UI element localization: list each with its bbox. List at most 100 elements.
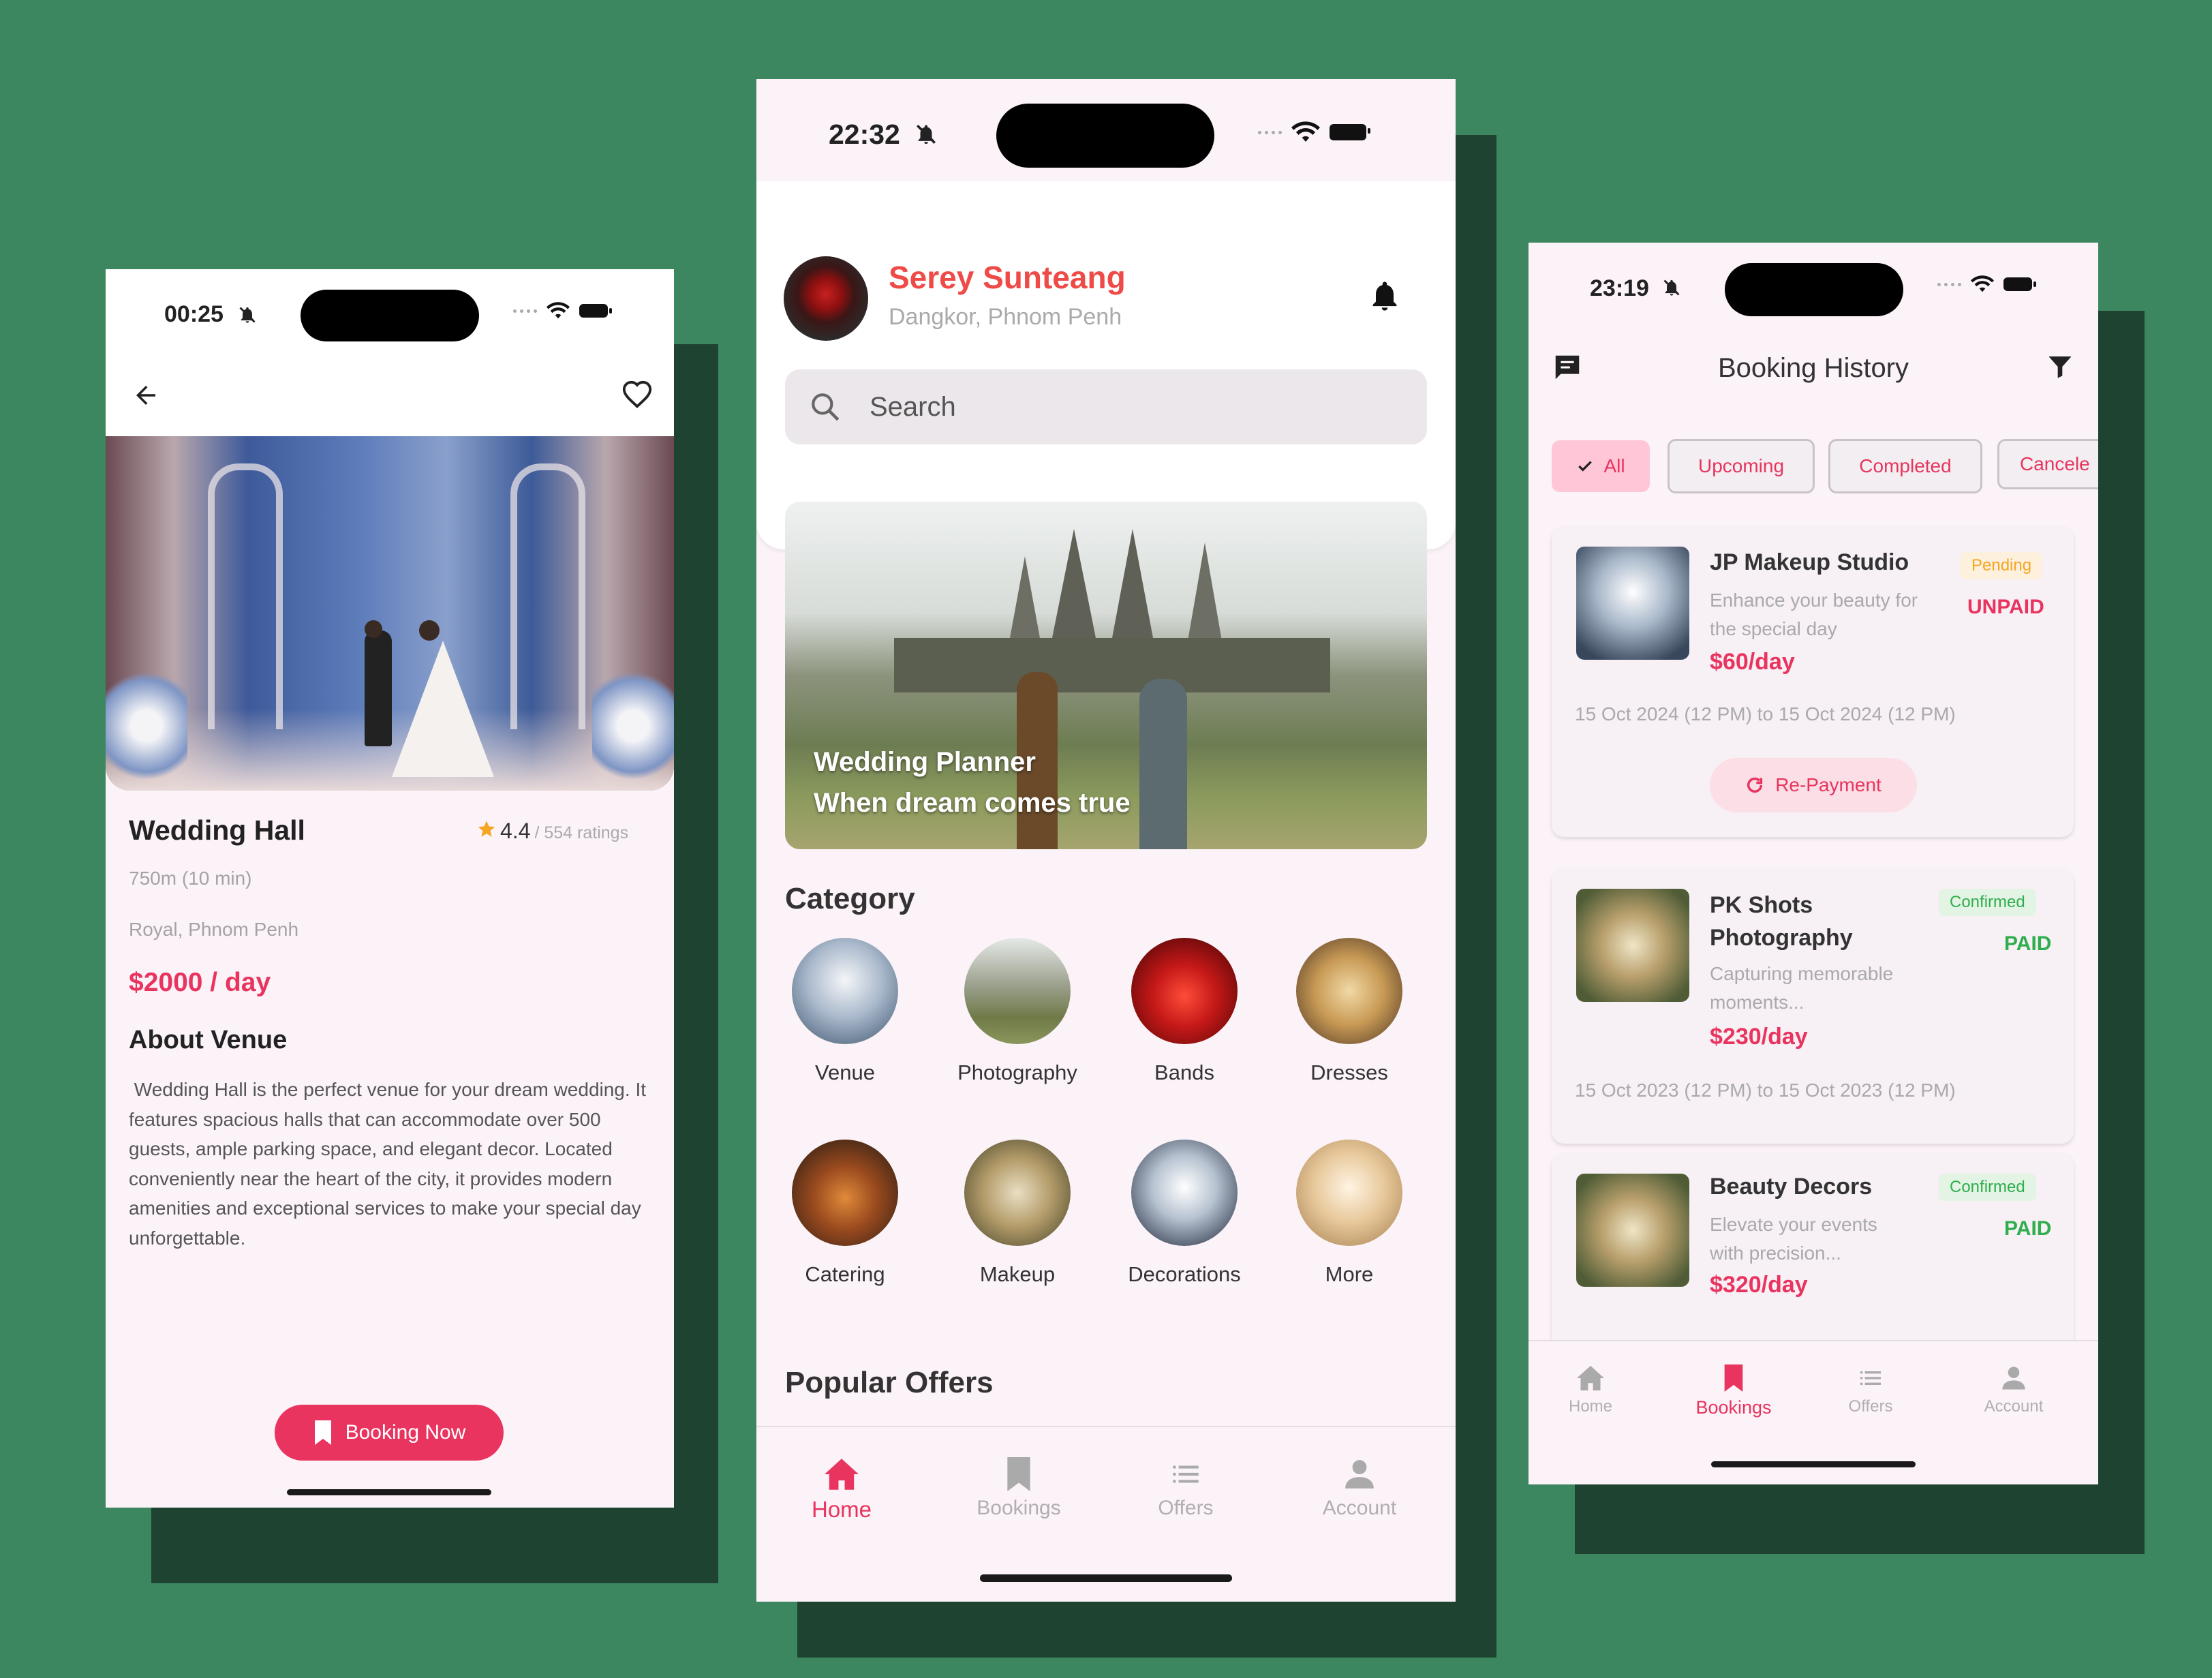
star-icon [478,821,495,837]
price-text: $2000 / day [129,968,271,997]
user-name: Serey Sunteang [889,260,1126,295]
booking-dates: 15 Oct 2023 (12 PM) to 15 Oct 2023 (12 P… [1575,1080,1956,1101]
home-indicator [1711,1461,1916,1467]
notification-bell-icon[interactable] [1367,277,1402,315]
search-bar[interactable]: Search [785,369,1427,444]
booking-desc: Capturing memorable moments... [1710,960,1893,1017]
dynamic-island [301,290,479,341]
rating-count: / 554 ratings [534,823,629,842]
category-more[interactable]: More [1295,1140,1404,1287]
bell-off-icon [1663,279,1680,296]
heart-icon[interactable] [621,380,653,411]
nav-account[interactable]: Account [1308,1457,1411,1520]
status-time: 22:32 [829,119,900,150]
category-decorations[interactable]: Decorations [1116,1140,1253,1287]
nav-label: Account [1984,1397,2044,1416]
check-icon [1578,461,1593,472]
booking-desc-line: Elevate your events [1710,1214,1877,1235]
nav-home[interactable]: Home [1553,1364,1628,1416]
list-icon [1173,1465,1199,1483]
booking-card[interactable]: PK Shots Photography Capturing memorable… [1552,868,2074,1144]
booking-desc: Elevate your events with precision... [1710,1210,1877,1268]
signal-icon [1937,282,1961,286]
booking-price: $320/day [1710,1272,1808,1298]
filter-chip-upcoming[interactable]: Upcoming [1668,439,1815,493]
chip-label: Cancele [2020,453,2090,474]
status-icons [1937,275,2036,293]
status-badge: Pending [1961,552,2043,579]
rating: 4.4 / 554 ratings [477,819,628,844]
bookmark-icon [314,1420,331,1445]
person-icon [2002,1367,2025,1390]
list-icon [1860,1371,1881,1385]
promo-banner[interactable]: Wedding Planner When dream comes true [785,502,1427,849]
battery-icon [2003,277,2036,291]
filter-icon[interactable] [2046,353,2074,380]
decorations-thumb [1131,1140,1238,1246]
home-screen: 22:32 Serey Sunteang Dangkor, Phnom Penh… [756,79,1456,1602]
user-location: Dangkor, Phnom Penh [889,304,1122,330]
booking-name-line: Photography [1710,925,1853,951]
filter-chip-all[interactable]: All [1552,440,1650,492]
status-bar: 23:19 [1529,243,2098,326]
bookmark-icon [1007,1457,1030,1491]
status-bar: 00:25 [106,269,674,358]
home-icon [825,1459,859,1490]
category-venue[interactable]: Venue [790,938,900,1085]
avatar[interactable] [784,256,868,341]
re-payment-label: Re-Payment [1775,774,1881,795]
dynamic-island [1725,263,1903,316]
status-badge: Confirmed [1939,889,2036,916]
nav-offers[interactable]: Offers [1141,1457,1230,1520]
popular-offers-heading: Popular Offers [785,1366,994,1399]
booking-now-button[interactable]: Booking Now [275,1405,504,1461]
booking-card[interactable]: JP Makeup Studio Enhance your beauty for… [1552,526,2074,837]
nav-account[interactable]: Account [1966,1364,2061,1416]
wifi-icon [1971,275,1994,292]
nav-label: Account [1322,1497,1397,1519]
venue-detail-screen: 00:25 Wedding Hall 4.4 / 554 ratings 750… [106,269,674,1508]
bottom-nav: Home Bookings Offers Account [756,1426,1456,1602]
category-makeup[interactable]: Makeup [963,1140,1072,1287]
filter-chip-completed[interactable]: Completed [1828,439,1982,493]
nav-bookings[interactable]: Bookings [968,1457,1070,1520]
chip-label: All [1603,455,1625,476]
payment-status: UNPAID [1967,596,2044,618]
nav-bookings[interactable]: Bookings [1683,1364,1785,1418]
about-text: Wedding Hall is the perfect venue for yo… [129,1079,651,1249]
booking-history-screen: 23:19 Booking History All Upcoming Compl… [1529,243,2098,1484]
booking-thumb [1576,889,1689,1002]
refresh-icon [1747,777,1763,793]
category-dresses[interactable]: Dresses [1295,938,1404,1085]
dynamic-island [996,104,1214,168]
venue-thumb [792,938,898,1044]
nav-home[interactable]: Home [797,1457,886,1523]
booking-desc: Enhance your beauty for the special day [1710,586,1918,643]
category-label: Photography [957,1061,1077,1084]
signal-icon [1258,130,1282,134]
category-label: Bands [1154,1061,1214,1084]
category-catering[interactable]: Catering [790,1140,900,1287]
filter-chip-cancelled[interactable]: Cancele [1997,439,2098,489]
status-bar: 22:32 [756,79,1456,181]
bottom-nav: Home Bookings Offers Account [1529,1340,2098,1484]
category-bands[interactable]: Bands [1130,938,1239,1085]
header-panel: Serey Sunteang Dangkor, Phnom Penh Searc… [756,181,1456,549]
nav-offers[interactable]: Offers [1830,1364,1911,1416]
bands-thumb [1131,938,1238,1044]
venue-title: Wedding Hall [129,814,305,846]
category-photography[interactable]: Photography [949,938,1086,1085]
booking-thumb [1576,1174,1689,1287]
about-heading: About Venue [129,1026,288,1054]
booking-dates: 15 Oct 2024 (12 PM) to 15 Oct 2024 (12 P… [1575,703,1956,724]
status-time: 00:25 [164,301,224,327]
person-icon [1345,1460,1374,1489]
back-arrow-icon[interactable] [132,381,160,410]
chip-label: Upcoming [1698,455,1785,476]
banner-subtitle: When dream comes true [814,788,1131,818]
category-heading: Category [785,882,915,915]
re-payment-button[interactable]: Re-Payment [1710,758,1917,812]
category-label: More [1325,1262,1374,1286]
category-label: Dresses [1310,1061,1388,1084]
signal-icon [513,309,537,313]
